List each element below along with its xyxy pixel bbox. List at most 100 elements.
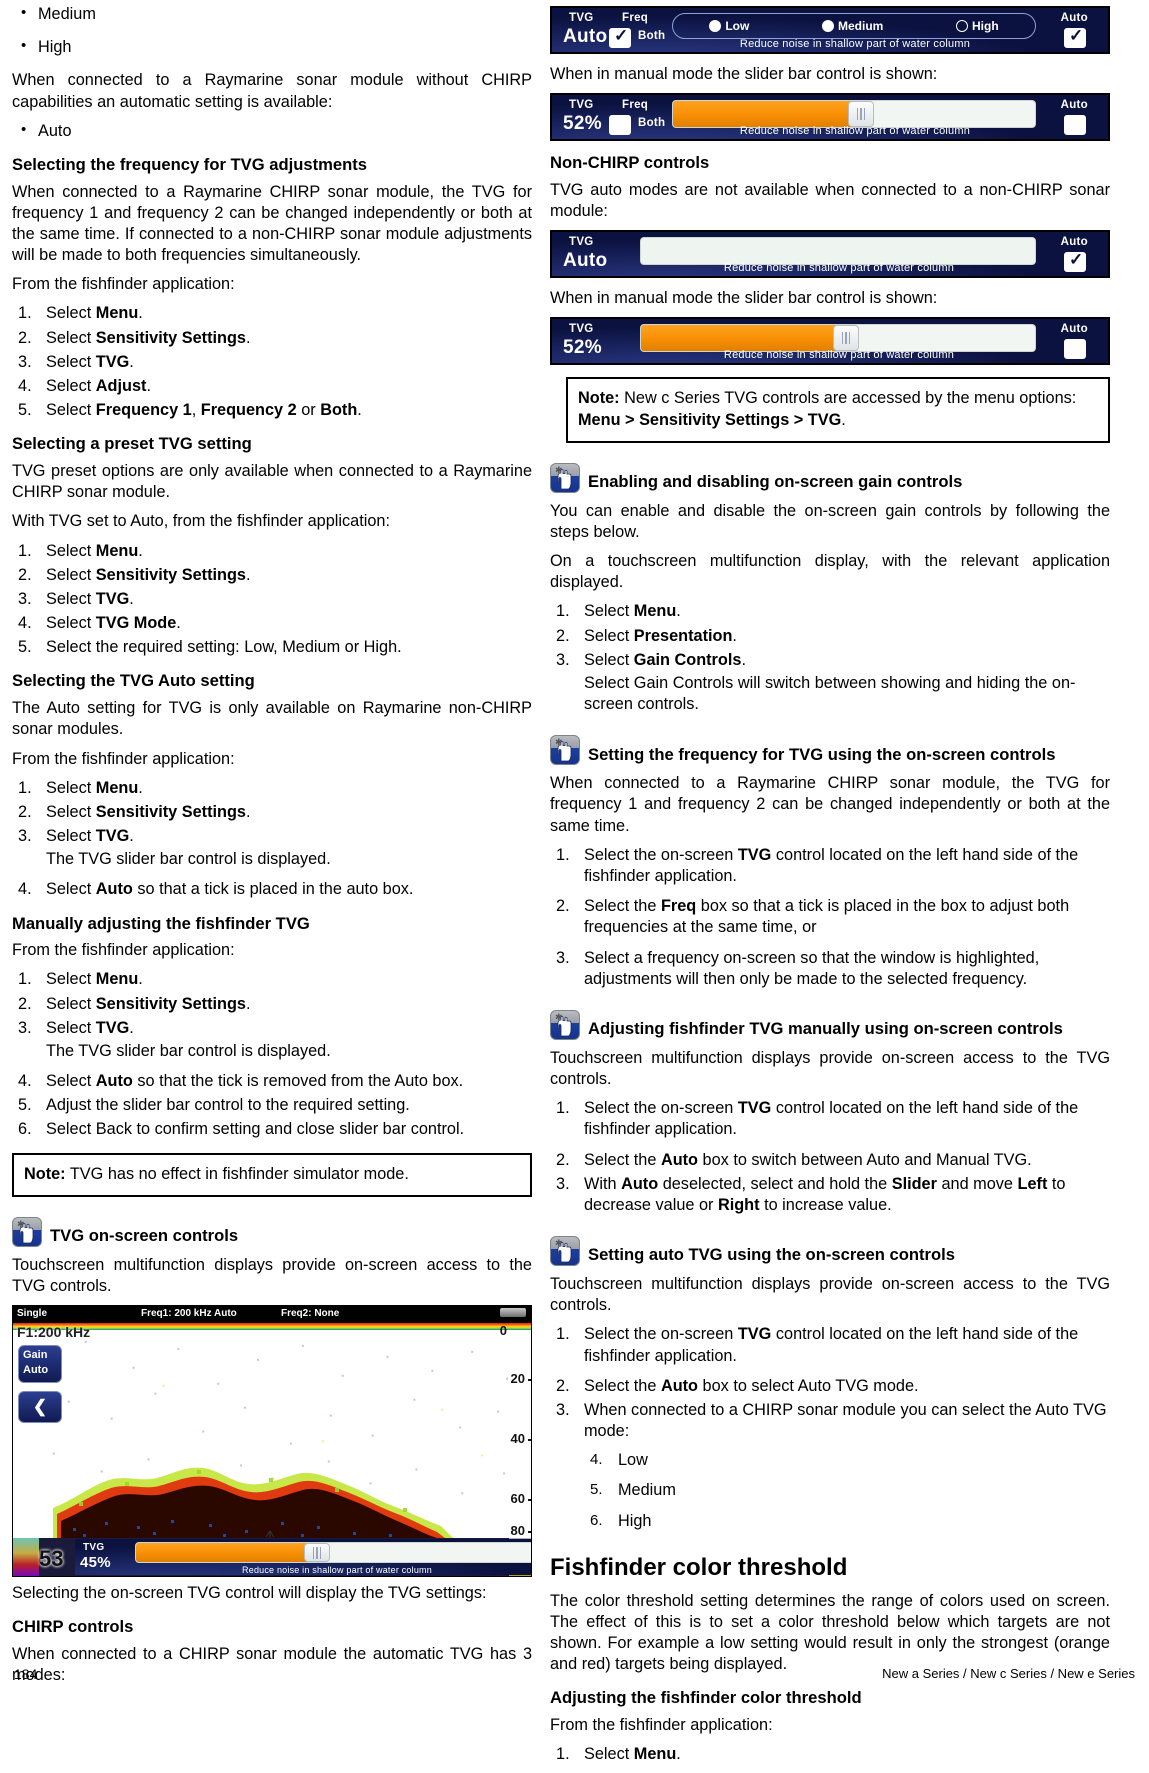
paragraph-gain-enable-1: You can enable and disable the on-screen… [550, 501, 1110, 541]
list-item: Select Menu. [18, 778, 143, 799]
heading-text: Setting the frequency for TVG using the … [588, 744, 1056, 764]
auto-checkbox[interactable] [1064, 339, 1086, 360]
tvg-value: Auto [563, 250, 608, 272]
note-text: New c Series TVG controls are accessed b… [619, 389, 1077, 408]
signal-strength-icon [500, 1308, 526, 1318]
heading-fishfinder-color-threshold: Fishfinder color threshold [550, 1553, 848, 1581]
list-item: Select Back to confirm setting and close… [18, 1119, 465, 1140]
heading-selecting-frequency: Selecting the frequency for TVG adjustme… [12, 154, 367, 174]
list-item: Select the Auto box to switch between Au… [556, 1150, 1032, 1171]
paragraph-gain-enable-2: On a touchscreen multifunction display, … [550, 552, 1110, 592]
list-item: Select TVG. The TVG slider bar control is… [12, 826, 532, 870]
paragraph-touchscreen-access-1: Touchscreen multifunction displays provi… [12, 1255, 532, 1295]
paragraph-setting-frequency: When connected to a Raymarine CHIRP sona… [550, 774, 1110, 835]
step-sub-note: The TVG slider bar control is displayed. [46, 850, 331, 869]
list-item: Low [590, 1450, 648, 1470]
paragraph-adjust-tvg: Touchscreen multifunction displays provi… [550, 1048, 1110, 1089]
note-new-c-series: Note: New c Series TVG controls are acce… [566, 377, 1110, 443]
tvg-mode-low[interactable]: Low [709, 19, 749, 33]
heading-text: Setting auto TVG using the on-screen con… [588, 1245, 955, 1265]
depth-scale: 20 40 60 80 [510, 1371, 531, 1539]
steps-preset-tvg: Select Menu. Select Sensitivity Settings… [12, 541, 532, 659]
tvg-slider[interactable] [135, 1542, 531, 1564]
document-page: Medium High When connected to a Raymarin… [0, 0, 1149, 1766]
page-footer: 184 New a Series / New c Series / New e … [0, 1666, 1149, 1682]
tvg-value: Auto [563, 26, 608, 47]
paragraph-selecting-onscreen-tvg: Selecting the on-screen TVG control will… [12, 1584, 487, 1603]
list-item: Select Menu. [18, 303, 143, 324]
crosshair-cursor-icon[interactable] [251, 1528, 289, 1539]
steps-selecting-frequency: Select Menu. Select Sensitivity Settings… [12, 303, 532, 421]
page-number: 184 [14, 1666, 38, 1682]
tvg-caption: Reduce noise in shallow part of water co… [739, 38, 971, 50]
tvg-slider-knob[interactable] [848, 101, 875, 128]
freq-label: Freq [622, 12, 649, 24]
heading-text: TVG on-screen controls [50, 1226, 239, 1246]
tvg-slider-knob[interactable] [303, 1543, 330, 1563]
heading-preset-tvg: Selecting a preset TVG setting [12, 434, 252, 454]
heading-tvg-onscreen-controls: ✱ TVG on-screen controls [12, 1216, 532, 1247]
touchscreen-hand-icon: ✱ [550, 1009, 580, 1040]
list-item: Select Menu. [556, 1744, 681, 1765]
tvg-caption: Reduce noise in shallow part of water co… [739, 125, 971, 138]
radio-icon [709, 20, 722, 32]
auto-checkbox[interactable]: ✓ [1064, 27, 1086, 48]
auto-label: Auto [1060, 236, 1088, 249]
steps-setting-frequency: Select the on-screen TVG control located… [550, 845, 1110, 990]
sonar-freq1-label: Freq1: 200 kHz Auto [141, 1308, 237, 1320]
auto-checkbox[interactable]: ✓ [1064, 251, 1086, 273]
sonar-mode-label: Single [17, 1308, 48, 1320]
paragraph-nonchirp-controls: TVG auto modes are not available when co… [550, 180, 1110, 221]
paragraph-nonchirp-auto: When connected to a Raymarine sonar modu… [12, 71, 532, 111]
freq-both-checkbox[interactable]: ✓ [609, 27, 631, 48]
steps-color-threshold: Select Menu. [550, 1744, 1110, 1765]
heading-chirp-controls: CHIRP controls [12, 1617, 134, 1637]
list-item: Select a frequency on-screen so that the… [556, 948, 1040, 988]
chirp-manual-control-strip: TVG 52% Freq Both Reduce noise in shallo… [550, 93, 1110, 142]
list-item: When connected to a CHIRP sonar module y… [550, 1400, 1110, 1532]
heading-text: Enabling and disabling on-screen gain co… [588, 472, 963, 492]
tvg-slider-knob[interactable] [832, 325, 859, 352]
freq-both-checkbox[interactable] [609, 115, 631, 136]
list-item: Select TVG Mode. [18, 613, 181, 634]
heading-enable-gain-controls: ✱ Enabling and disabling on-screen gain … [550, 462, 1110, 493]
paragraph-preset-tvg: TVG preset options are only available wh… [12, 462, 532, 502]
intro-from-fishfinder-app-2: From the fishfinder application: [12, 749, 235, 768]
tvg-slider[interactable] [640, 324, 1036, 353]
fishfinder-screenshot: Single Freq1: 200 kHz Auto Freq2: None F… [12, 1305, 532, 1578]
steps-gain-controls: Select Menu. Select Presentation. Select… [550, 601, 1110, 715]
list-item: Select the Auto box to select Auto TVG m… [556, 1376, 919, 1397]
list-item: Select the on-screen TVG control located… [556, 1098, 1079, 1139]
gain-auto-button[interactable]: Gain Auto [18, 1345, 62, 1384]
tvg-mode-high[interactable]: High [955, 19, 999, 33]
sonar-topbar: Single Freq1: 200 kHz Auto Freq2: None [13, 1306, 531, 1324]
step-sub-note: The TVG slider bar control is displayed. [46, 1041, 331, 1060]
list-item: Adjust the slider bar control to the req… [18, 1095, 410, 1116]
tvg-mode-options: Low Medium High [672, 13, 1036, 39]
tvg-label: TVG [83, 1542, 105, 1554]
back-button[interactable]: ❮ [18, 1391, 62, 1424]
paragraph-color-threshold: The color threshold setting determines t… [550, 1591, 1110, 1674]
paragraph-manual-mode-2: When in manual mode the slider bar contr… [550, 289, 938, 308]
tvg-mode-medium[interactable]: Medium [821, 19, 883, 33]
auto-label: Auto [1060, 99, 1088, 112]
onscreen-tvg-strip: TVG 45% Reduce noise in shallow part of … [75, 1539, 531, 1576]
auto-checkbox[interactable] [1064, 115, 1086, 136]
heading-text: Adjusting fishfinder TVG manually using … [588, 1019, 1063, 1039]
right-column: TVG Auto Freq ✓ Both Low Medium High Red… [550, 4, 1110, 1773]
list-item: Select TVG. [18, 589, 134, 610]
two-column-body: Medium High When connected to a Raymarin… [0, 0, 1149, 1773]
touchscreen-hand-icon: ✱ [12, 1216, 42, 1247]
touchscreen-hand-icon: ✱ [550, 735, 580, 766]
list-item: Select Menu. [556, 601, 681, 622]
list-item: Select Sensitivity Settings. [18, 565, 251, 586]
list-item: Select Menu. [18, 969, 143, 990]
radio-icon [955, 20, 968, 32]
list-item: Select Frequency 1, Frequency 2 or Both. [18, 400, 362, 421]
note-label: Note: [578, 389, 620, 408]
tvg-slider[interactable] [672, 100, 1036, 129]
intro-from-fishfinder-app-4: From the fishfinder application: [550, 1716, 773, 1734]
tvg-slider-fill [136, 1543, 317, 1563]
touchscreen-hand-icon: ✱ [550, 1236, 580, 1267]
list-item: High [590, 1511, 652, 1531]
